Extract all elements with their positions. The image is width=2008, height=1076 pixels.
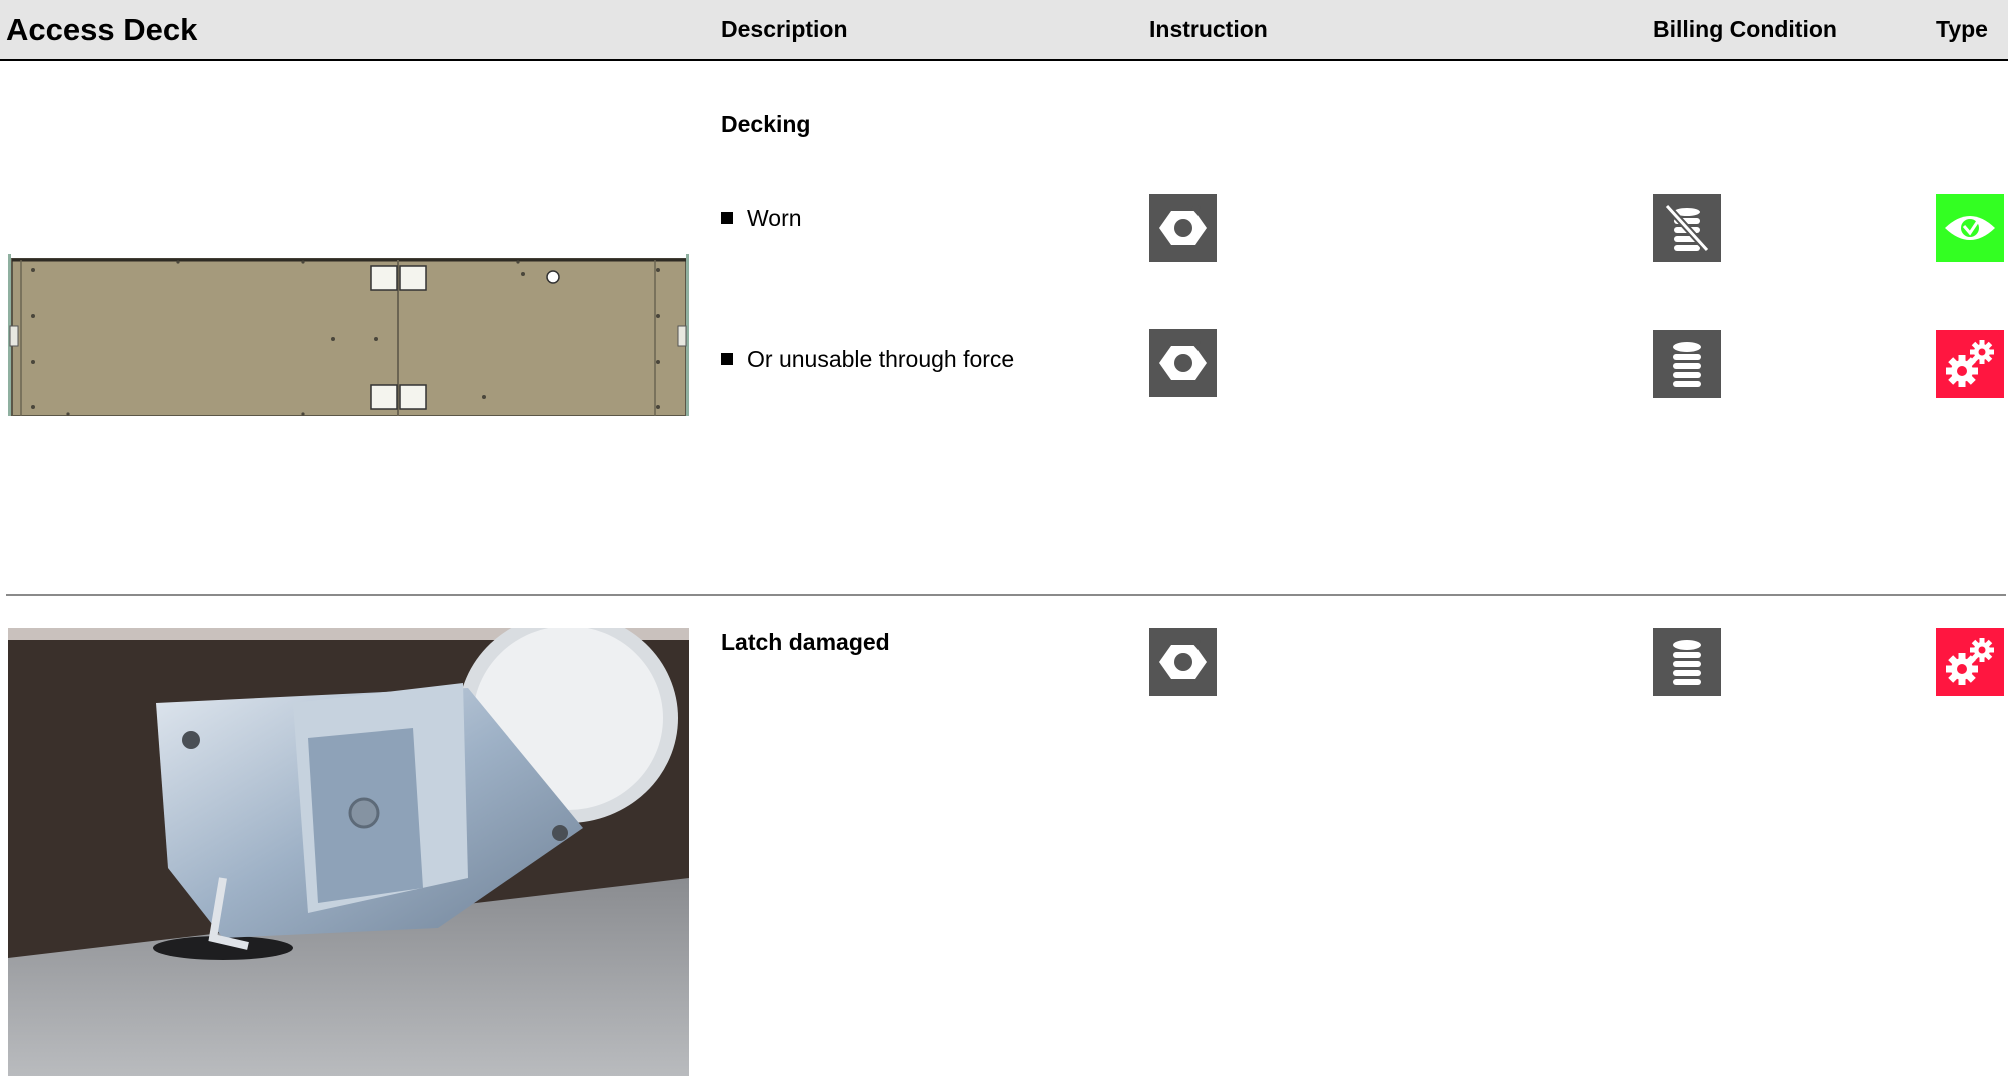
column-header-instruction: Instruction <box>1149 16 1268 42</box>
coins-stack-icon <box>1653 628 1721 696</box>
hex-nut-repair-icon <box>1149 194 1217 262</box>
list-item-label: Worn <box>747 205 802 231</box>
hex-nut-repair-icon <box>1149 329 1217 397</box>
section-heading-latch-damaged: Latch damaged <box>721 629 890 655</box>
section-divider <box>6 594 2006 596</box>
bullet-icon <box>721 353 733 365</box>
latch-photo <box>8 628 689 1076</box>
page-title: Access Deck <box>6 12 198 47</box>
access-deck-panel-drawing <box>8 252 689 416</box>
bullet-icon <box>721 212 733 224</box>
list-item-label: Or unusable through force <box>747 346 1015 372</box>
coins-stack-icon <box>1653 330 1721 398</box>
list-item: Worn <box>721 205 802 232</box>
column-header-billing-condition: Billing Condition <box>1653 16 1837 42</box>
column-header-description: Description <box>721 16 848 42</box>
eye-inspection-icon <box>1936 194 2004 262</box>
list-item: Or unusable through force <box>721 346 1014 373</box>
section-heading-decking: Decking <box>721 111 811 137</box>
gears-damage-icon <box>1936 628 2004 696</box>
no-charge-coins-icon <box>1653 194 1721 262</box>
gears-damage-icon <box>1936 330 2004 398</box>
column-header-type: Type <box>1936 16 1988 42</box>
table-header: Access Deck Description Instruction Bill… <box>0 0 2008 61</box>
hex-nut-repair-icon <box>1149 628 1217 696</box>
